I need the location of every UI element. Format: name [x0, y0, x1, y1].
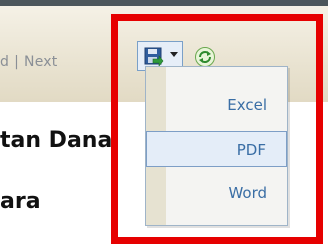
highlight-box [111, 14, 323, 244]
pager-separator: | [14, 54, 20, 70]
pager: d | Next [0, 54, 57, 70]
pager-prefix-link[interactable]: d [0, 54, 9, 70]
next-page-link[interactable]: Next [24, 54, 57, 70]
report-title-line-2: ara [0, 189, 41, 214]
report-title-line-1: tan Dana [0, 128, 113, 153]
